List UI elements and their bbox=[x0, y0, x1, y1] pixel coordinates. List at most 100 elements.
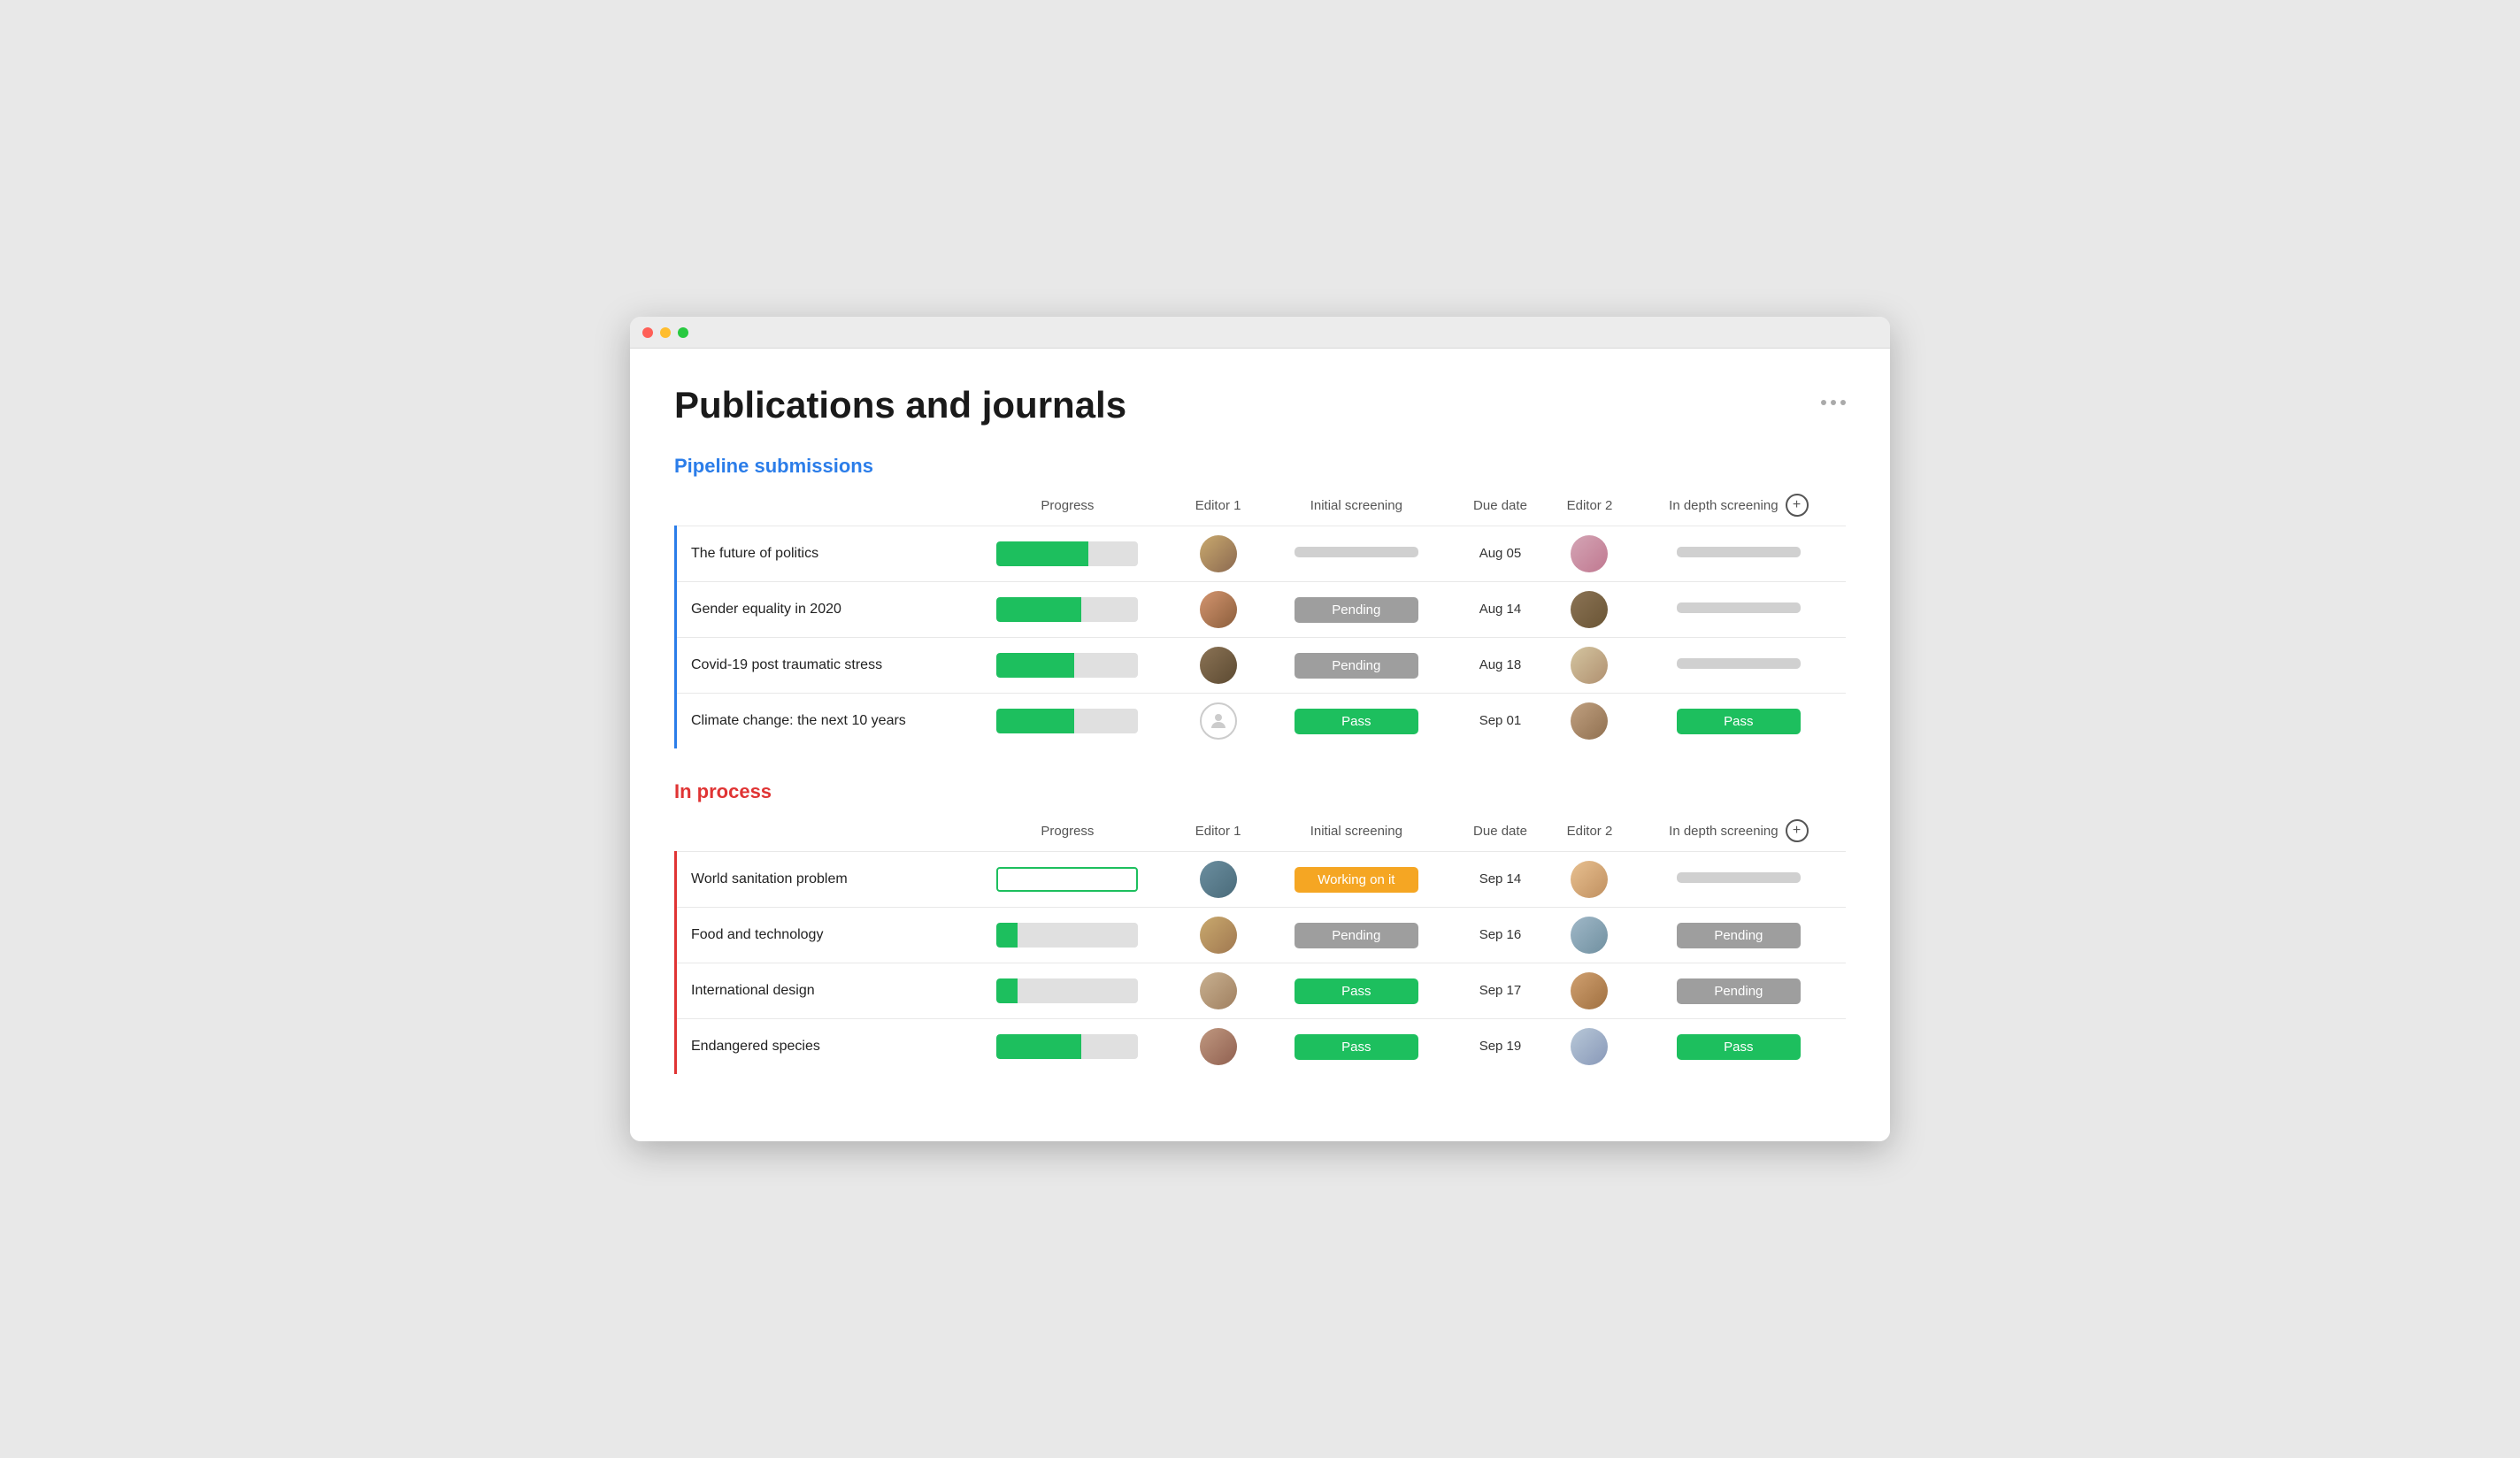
article-title: Endangered species bbox=[676, 1019, 959, 1075]
progress-bar bbox=[996, 709, 1138, 733]
table-row[interactable]: World sanitation problem Working on it S… bbox=[676, 852, 1847, 908]
pipeline-section-title: Pipeline submissions bbox=[674, 455, 1846, 478]
col-title bbox=[676, 814, 959, 852]
col-progress: Progress bbox=[959, 814, 1177, 852]
article-title: Covid-19 post traumatic stress bbox=[676, 638, 959, 694]
due-date-cell: Sep 16 bbox=[1453, 908, 1548, 963]
in-depth-cell bbox=[1632, 526, 1846, 582]
minimize-button[interactable] bbox=[660, 327, 671, 338]
progress-cell bbox=[959, 852, 1177, 908]
editor2-cell bbox=[1548, 582, 1632, 638]
editor1-cell bbox=[1176, 1019, 1260, 1075]
col-in-depth: In depth screening + bbox=[1632, 814, 1846, 852]
progress-cell bbox=[959, 526, 1177, 582]
table-row[interactable]: International design Pass Sep 17 Pending bbox=[676, 963, 1847, 1019]
table-row[interactable]: Climate change: the next 10 years Pass S… bbox=[676, 694, 1847, 749]
col-editor1: Editor 1 bbox=[1176, 814, 1260, 852]
in-depth-badge bbox=[1677, 872, 1801, 883]
initial-screening-badge: Pending bbox=[1295, 923, 1418, 948]
initial-screening-cell: Pending bbox=[1260, 638, 1453, 694]
col-title bbox=[676, 488, 959, 526]
avatar bbox=[1200, 917, 1237, 954]
add-column-button[interactable]: + bbox=[1786, 494, 1809, 517]
col-due-date: Due date bbox=[1453, 488, 1548, 526]
progress-bar bbox=[996, 867, 1138, 892]
editor2-cell bbox=[1548, 638, 1632, 694]
editor1-cell bbox=[1176, 963, 1260, 1019]
avatar bbox=[1200, 1028, 1237, 1065]
progress-cell bbox=[959, 908, 1177, 963]
progress-bar bbox=[996, 978, 1138, 1003]
avatar bbox=[1571, 972, 1608, 1009]
editor2-cell bbox=[1548, 526, 1632, 582]
due-date-cell: Sep 01 bbox=[1453, 694, 1548, 749]
col-initial-screening: Initial screening bbox=[1260, 814, 1453, 852]
more-menu-button[interactable] bbox=[1821, 384, 1846, 405]
initial-screening-cell: Pass bbox=[1260, 1019, 1453, 1075]
add-column-button-inprocess[interactable]: + bbox=[1786, 819, 1809, 842]
editor2-cell bbox=[1548, 852, 1632, 908]
progress-bar bbox=[996, 597, 1138, 622]
titlebar bbox=[630, 317, 1890, 349]
progress-cell bbox=[959, 582, 1177, 638]
in-depth-badge bbox=[1677, 547, 1801, 557]
more-dot bbox=[1831, 400, 1836, 405]
progress-cell bbox=[959, 694, 1177, 749]
close-button[interactable] bbox=[642, 327, 653, 338]
in-depth-cell: Pending bbox=[1632, 963, 1846, 1019]
initial-screening-badge bbox=[1295, 547, 1418, 557]
progress-bar bbox=[996, 653, 1138, 678]
initial-screening-badge: Pass bbox=[1295, 1034, 1418, 1060]
article-title: World sanitation problem bbox=[676, 852, 959, 908]
maximize-button[interactable] bbox=[678, 327, 688, 338]
initial-screening-cell bbox=[1260, 526, 1453, 582]
editor1-cell bbox=[1176, 694, 1260, 749]
initial-screening-badge: Working on it bbox=[1295, 867, 1418, 893]
editor1-cell bbox=[1176, 638, 1260, 694]
more-dot bbox=[1840, 400, 1846, 405]
pipeline-header-row: Progress Editor 1 Initial screening Due … bbox=[676, 488, 1847, 526]
inprocess-table: Progress Editor 1 Initial screening Due … bbox=[674, 814, 1846, 1074]
editor1-cell bbox=[1176, 526, 1260, 582]
due-date-cell: Aug 14 bbox=[1453, 582, 1548, 638]
initial-screening-badge: Pass bbox=[1295, 978, 1418, 1004]
inprocess-section: In process Progress Editor 1 Initial scr… bbox=[674, 780, 1846, 1074]
table-row[interactable]: Gender equality in 2020 Pending Aug 14 bbox=[676, 582, 1847, 638]
avatar bbox=[1200, 535, 1237, 572]
in-depth-badge bbox=[1677, 602, 1801, 613]
inprocess-tbody: World sanitation problem Working on it S… bbox=[676, 852, 1847, 1075]
editor1-cell bbox=[1176, 852, 1260, 908]
in-depth-badge: Pass bbox=[1677, 1034, 1801, 1060]
progress-bar bbox=[996, 541, 1138, 566]
initial-screening-cell: Pass bbox=[1260, 963, 1453, 1019]
table-row[interactable]: Food and technology Pending Sep 16 Pendi… bbox=[676, 908, 1847, 963]
in-depth-badge: Pending bbox=[1677, 923, 1801, 948]
initial-screening-cell: Pending bbox=[1260, 582, 1453, 638]
col-progress: Progress bbox=[959, 488, 1177, 526]
progress-cell bbox=[959, 1019, 1177, 1075]
table-row[interactable]: The future of politics Aug 05 bbox=[676, 526, 1847, 582]
col-editor1: Editor 1 bbox=[1176, 488, 1260, 526]
progress-cell bbox=[959, 638, 1177, 694]
due-date-cell: Aug 18 bbox=[1453, 638, 1548, 694]
in-depth-cell: Pending bbox=[1632, 908, 1846, 963]
table-row[interactable]: Covid-19 post traumatic stress Pending A… bbox=[676, 638, 1847, 694]
article-title: Food and technology bbox=[676, 908, 959, 963]
in-depth-badge: Pass bbox=[1677, 709, 1801, 734]
due-date-cell: Sep 17 bbox=[1453, 963, 1548, 1019]
in-depth-cell bbox=[1632, 852, 1846, 908]
col-in-depth: In depth screening + bbox=[1632, 488, 1846, 526]
article-title: The future of politics bbox=[676, 526, 959, 582]
avatar bbox=[1571, 917, 1608, 954]
in-depth-cell bbox=[1632, 638, 1846, 694]
pipeline-section: Pipeline submissions Progress Editor 1 I… bbox=[674, 455, 1846, 748]
initial-screening-cell: Pass bbox=[1260, 694, 1453, 749]
due-date-cell: Sep 19 bbox=[1453, 1019, 1548, 1075]
avatar bbox=[1200, 972, 1237, 1009]
table-row[interactable]: Endangered species Pass Sep 19 Pass bbox=[676, 1019, 1847, 1075]
inprocess-header-row: Progress Editor 1 Initial screening Due … bbox=[676, 814, 1847, 852]
editor2-cell bbox=[1548, 1019, 1632, 1075]
initial-screening-cell: Working on it bbox=[1260, 852, 1453, 908]
avatar bbox=[1200, 591, 1237, 628]
col-initial-screening: Initial screening bbox=[1260, 488, 1453, 526]
